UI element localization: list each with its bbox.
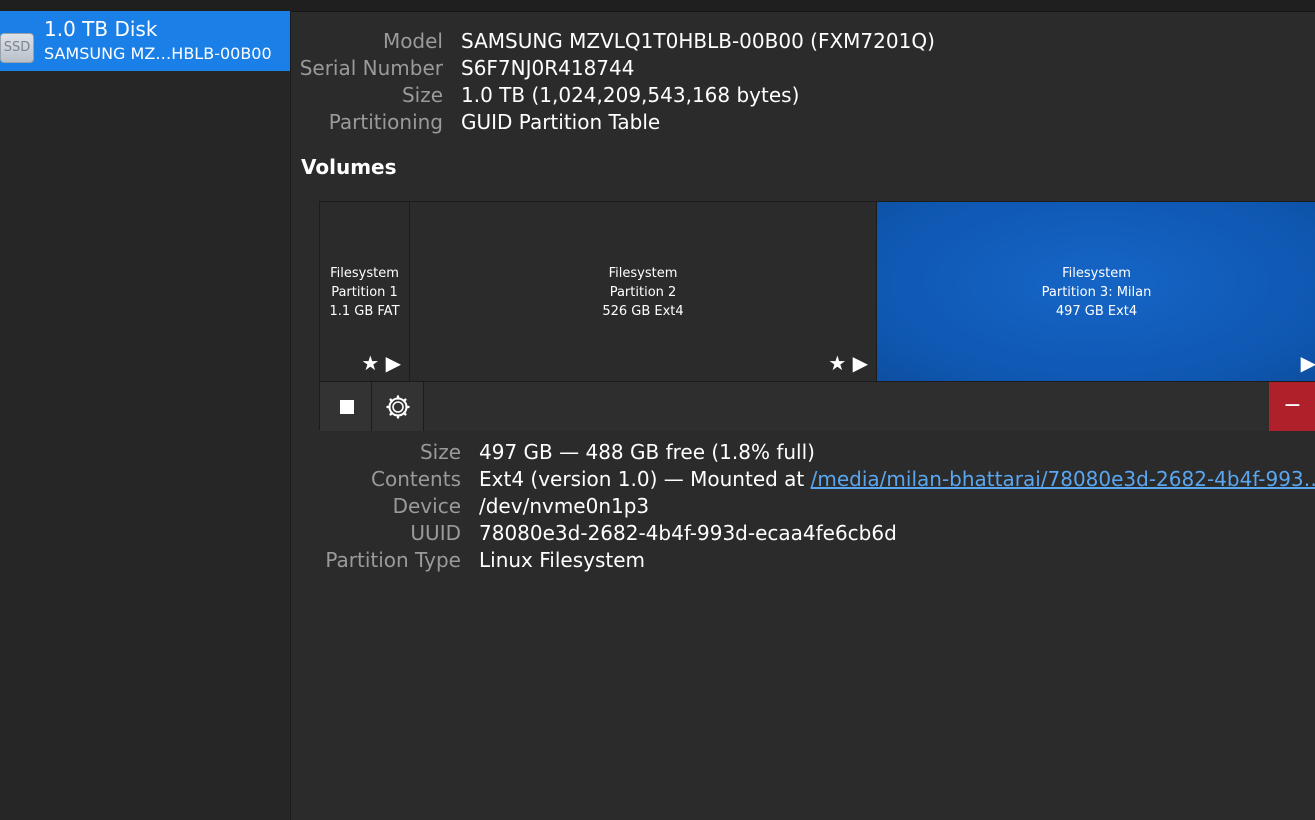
detail-uuid-label: UUID <box>410 521 461 545</box>
play-icon: ▶ <box>852 351 868 375</box>
gear-icon <box>386 395 410 419</box>
serial-label: Serial Number <box>299 56 443 80</box>
disk-title: 1.0 TB Disk <box>44 17 158 41</box>
partition-3-size: 497 GB Ext4 <box>1055 304 1138 319</box>
partition-1-name: Partition 1 <box>331 285 398 300</box>
model-value: SAMSUNG MZVLQ1T0HBLB-00B00 (FXM7201Q) <box>461 29 935 53</box>
volume-toolbar: − <box>320 381 1315 431</box>
partition-3-label: Filesystem Partition 3: Milan 497 GB Ext… <box>877 264 1315 321</box>
info-row-partitioning: Partitioning GUID Partition Table <box>291 110 1315 136</box>
volumes-heading: Volumes <box>301 155 397 179</box>
ssd-icon: SSD <box>0 33 34 63</box>
info-row-model: Model SAMSUNG MZVLQ1T0HBLB-00B00 (FXM720… <box>291 29 1315 55</box>
volume-map: Filesystem Partition 1 1.1 GB FAT ★ ▶ Fi… <box>319 201 1315 431</box>
stop-icon <box>340 400 354 414</box>
settings-button[interactable] <box>372 382 424 431</box>
detail-size-label: Size <box>419 440 461 464</box>
detail-row-uuid: UUID 78080e3d-2682-4b4f-993d-ecaa4fe6cb6… <box>291 521 1315 547</box>
serial-value: S6F7NJ0R418744 <box>461 56 635 80</box>
model-label: Model <box>382 29 443 53</box>
detail-contents-label: Contents <box>371 467 461 491</box>
sidebar: SSD 1.0 TB Disk SAMSUNG MZ…HBLB-00B00 <box>0 11 291 820</box>
play-icon: ▶ <box>1300 351 1315 375</box>
partition-1-size: 1.1 GB FAT <box>329 304 400 319</box>
detail-row-device: Device /dev/nvme0n1p3 <box>291 494 1315 520</box>
partitioning-value: GUID Partition Table <box>461 110 661 134</box>
partition-2[interactable]: Filesystem Partition 2 526 GB Ext4 ★ ▶ <box>410 202 876 381</box>
size-label: Size <box>401 83 443 107</box>
contents-text: Ext4 (version 1.0) — Mounted at <box>479 467 805 491</box>
partition-2-name: Partition 2 <box>609 285 677 300</box>
delete-partition-button[interactable]: − <box>1269 382 1315 431</box>
partition-3-name: Partition 3: Milan <box>1041 285 1152 300</box>
partition-1-type: Filesystem <box>330 266 399 281</box>
detail-ptype-label: Partition Type <box>325 548 461 572</box>
detail-row-contents: Contents Ext4 (version 1.0) — Mounted at… <box>291 467 1315 493</box>
detail-device-label: Device <box>392 494 461 518</box>
detail-size-value: 497 GB — 488 GB free (1.8% full) <box>479 440 815 464</box>
star-icon: ★ <box>828 351 847 375</box>
partition-3[interactable]: Filesystem Partition 3: Milan 497 GB Ext… <box>877 202 1315 381</box>
star-icon: ★ <box>361 351 380 375</box>
partition-3-type: Filesystem <box>1062 266 1131 281</box>
detail-row-size: Size 497 GB — 488 GB free (1.8% full) <box>291 440 1315 466</box>
partition-1-label: Filesystem Partition 1 1.1 GB FAT <box>320 264 409 321</box>
unmount-button[interactable] <box>320 382 372 431</box>
detail-uuid-value: 78080e3d-2682-4b4f-993d-ecaa4fe6cb6d <box>479 521 897 545</box>
partition-2-size: 526 GB Ext4 <box>602 304 684 319</box>
size-value: 1.0 TB (1,024,209,543,168 bytes) <box>461 83 800 107</box>
partition-1[interactable]: Filesystem Partition 1 1.1 GB FAT ★ ▶ <box>320 202 409 381</box>
play-icon: ▶ <box>385 351 401 375</box>
detail-contents-value: Ext4 (version 1.0) — Mounted at /media/m… <box>479 467 1315 491</box>
detail-row-partition-type: Partition Type Linux Filesystem <box>291 548 1315 574</box>
partition-1-status-icons: ★ ▶ <box>361 351 401 375</box>
partitioning-label: Partitioning <box>328 110 443 134</box>
info-row-serial: Serial Number S6F7NJ0R418744 <box>291 56 1315 82</box>
partition-2-type: Filesystem <box>608 266 678 281</box>
partition-2-label: Filesystem Partition 2 526 GB Ext4 <box>410 264 876 321</box>
detail-ptype-value: Linux Filesystem <box>479 548 646 572</box>
detail-device-value: /dev/nvme0n1p3 <box>479 494 650 518</box>
main-panel: Model SAMSUNG MZVLQ1T0HBLB-00B00 (FXM720… <box>291 11 1315 820</box>
partition-2-status-icons: ★ ▶ <box>828 351 868 375</box>
info-row-size: Size 1.0 TB (1,024,209,543,168 bytes) <box>291 83 1315 109</box>
sidebar-item-disk[interactable]: SSD 1.0 TB Disk SAMSUNG MZ…HBLB-00B00 <box>0 11 290 71</box>
mount-point-link[interactable]: /media/milan-bhattarai/78080e3d-2682-4b4… <box>811 467 1315 491</box>
disk-subtitle: SAMSUNG MZ…HBLB-00B00 <box>44 44 272 63</box>
partition-3-status-icons: ▶ <box>1301 351 1315 375</box>
